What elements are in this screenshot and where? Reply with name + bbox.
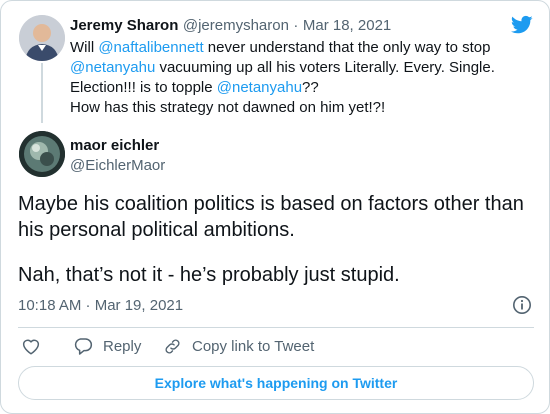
text-fragment: Will — [70, 39, 99, 56]
copy-link-label: Copy link to Tweet — [192, 338, 315, 355]
embedded-tweet-card: Jeremy Sharon @jeremysharon · Mar 18, 20… — [0, 0, 550, 414]
main-tweet-text-line1: Maybe his coalition politics is based on… — [18, 193, 524, 241]
main-tweet-text-line2: Nah, that’s not it - he’s probably just … — [18, 264, 400, 286]
reply-icon — [74, 338, 93, 355]
reply-button[interactable]: Reply — [73, 337, 141, 356]
twitter-bird-icon[interactable] — [510, 15, 533, 35]
explore-label: Explore what's happening on Twitter — [154, 375, 398, 391]
text-fragment: never understand that the only way to st… — [203, 39, 495, 56]
reply-label: Reply — [103, 338, 142, 355]
main-author-name[interactable]: maor eichler — [70, 137, 159, 154]
text-fragment: ?? — [302, 79, 319, 96]
main-author-handle[interactable]: @EichlerMaor — [70, 157, 165, 174]
parent-date[interactable]: Mar 18, 2021 — [303, 17, 391, 34]
separator: · — [293, 17, 299, 34]
link-icon — [165, 339, 180, 354]
main-avatar[interactable] — [19, 131, 65, 177]
mention-link[interactable]: @netanyahu — [217, 79, 302, 96]
divider — [18, 327, 534, 328]
heart-icon — [22, 339, 40, 355]
parent-header: Jeremy Sharon @jeremysharon · Mar 18, 20… — [70, 17, 391, 35]
text-fragment: How has this strategy not dawned on him … — [70, 99, 386, 116]
mention-link[interactable]: @netanyahu — [70, 59, 155, 76]
mention-link[interactable]: @naftalibennett — [98, 39, 203, 56]
parent-author-name[interactable]: Jeremy Sharon — [70, 17, 178, 34]
explore-twitter-button[interactable]: Explore what's happening on Twitter — [18, 366, 534, 400]
parent-tweet-text: Will @naftalibennett never understand th… — [70, 38, 520, 118]
tweet-timestamp[interactable]: 10:18 AM · Mar 19, 2021 — [18, 297, 183, 314]
parent-avatar[interactable] — [19, 15, 65, 61]
info-icon[interactable] — [512, 295, 532, 315]
parent-author-handle[interactable]: @jeremysharon — [183, 17, 289, 34]
copy-link-button[interactable]: Copy link to Tweet — [163, 337, 314, 356]
like-button[interactable] — [21, 337, 41, 355]
thread-line — [41, 63, 43, 123]
